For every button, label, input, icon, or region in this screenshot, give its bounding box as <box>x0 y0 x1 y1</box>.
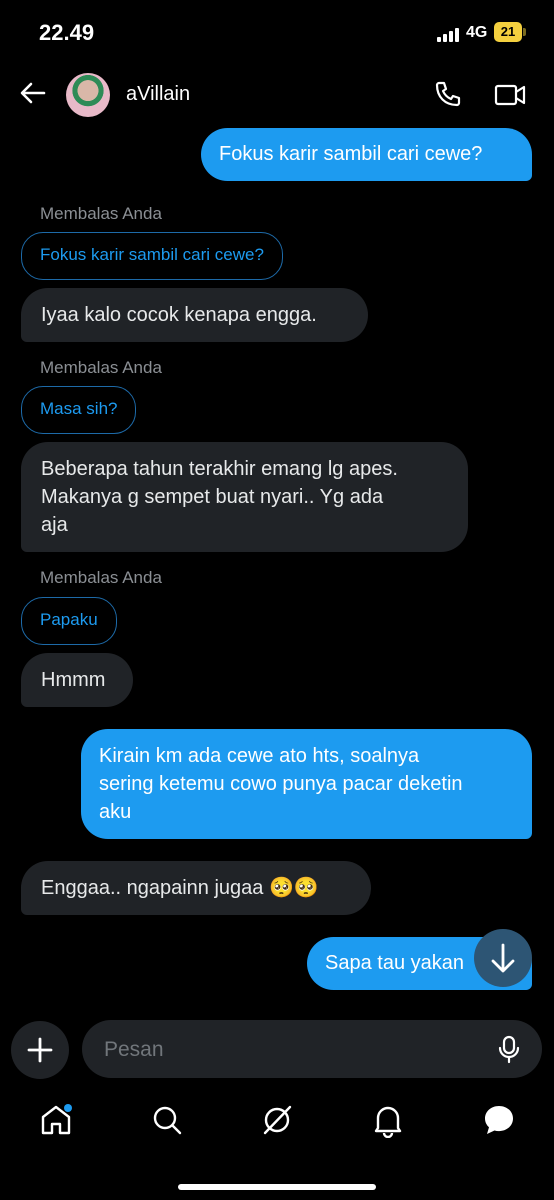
home-icon[interactable] <box>38 1102 74 1138</box>
video-call-icon[interactable] <box>494 81 526 109</box>
network-label: 4G <box>466 24 488 41</box>
message-composer <box>82 1020 542 1080</box>
message-line: aku <box>99 801 132 823</box>
message-line: Beberapa tahun terakhir emang lg apes. <box>41 458 398 480</box>
incoming-message[interactable]: Hmmm <box>21 653 133 707</box>
message-text: Hmmm <box>41 669 106 691</box>
grok-icon[interactable] <box>259 1102 295 1138</box>
messages-icon[interactable] <box>481 1102 517 1138</box>
arrow-down-icon <box>491 943 515 973</box>
reply-label: Membalas Anda <box>40 358 162 377</box>
status-time: 22.49 <box>39 20 95 45</box>
home-indicator <box>178 1184 376 1190</box>
reply-label: Membalas Anda <box>40 204 162 223</box>
contact-name[interactable]: aVillain <box>126 83 190 106</box>
signal-icon <box>437 26 459 42</box>
microphone-icon[interactable] <box>494 1034 524 1064</box>
add-attachment-button[interactable] <box>11 1021 69 1079</box>
avatar[interactable] <box>66 73 110 117</box>
back-arrow-icon[interactable] <box>18 78 48 108</box>
incoming-message[interactable]: Enggaa.. ngapainn jugaa 🥺🥺 <box>21 861 371 915</box>
message-text: Enggaa.. ngapainn jugaa 🥺🥺 <box>41 877 319 899</box>
scroll-to-bottom-button[interactable] <box>474 929 532 987</box>
incoming-message[interactable]: Beberapa tahun terakhir emang lg apes. M… <box>21 442 468 552</box>
message-text: Fokus karir sambil cari cewe? <box>219 143 483 165</box>
quoted-message[interactable]: Masa sih? <box>21 386 137 434</box>
outgoing-message[interactable]: Fokus karir sambil cari cewe? <box>201 128 532 181</box>
message-line: Kirain km ada cewe ato hts, soalnya <box>99 745 420 767</box>
message-text: Sapa tau yakan <box>325 952 464 974</box>
phone-icon[interactable] <box>432 80 462 110</box>
outgoing-message[interactable]: Kirain km ada cewe ato hts, soalnya seri… <box>81 729 532 839</box>
search-icon[interactable] <box>149 1102 185 1138</box>
message-input[interactable] <box>102 1020 486 1080</box>
battery-tip <box>523 28 526 36</box>
quoted-message[interactable]: Fokus karir sambil cari cewe? <box>21 232 283 280</box>
message-line: aja <box>41 514 68 536</box>
conversation-header: aVillain <box>0 64 554 126</box>
message-line: sering ketemu cowo punya pacar deketin <box>99 773 463 795</box>
bottom-navigation <box>0 1096 554 1156</box>
message-text: Iyaa kalo cocok kenapa engga. <box>41 304 317 326</box>
notifications-icon[interactable] <box>370 1102 406 1138</box>
plus-icon <box>27 1037 53 1063</box>
incoming-message[interactable]: Iyaa kalo cocok kenapa engga. <box>21 288 368 342</box>
status-bar: 22.49 4G 21 <box>0 0 554 64</box>
message-line: Makanya g sempet buat nyari.. Yg ada <box>41 486 384 508</box>
battery-icon: 21 <box>494 22 522 42</box>
quoted-message[interactable]: Papaku <box>21 597 117 645</box>
reply-label: Membalas Anda <box>40 568 162 587</box>
